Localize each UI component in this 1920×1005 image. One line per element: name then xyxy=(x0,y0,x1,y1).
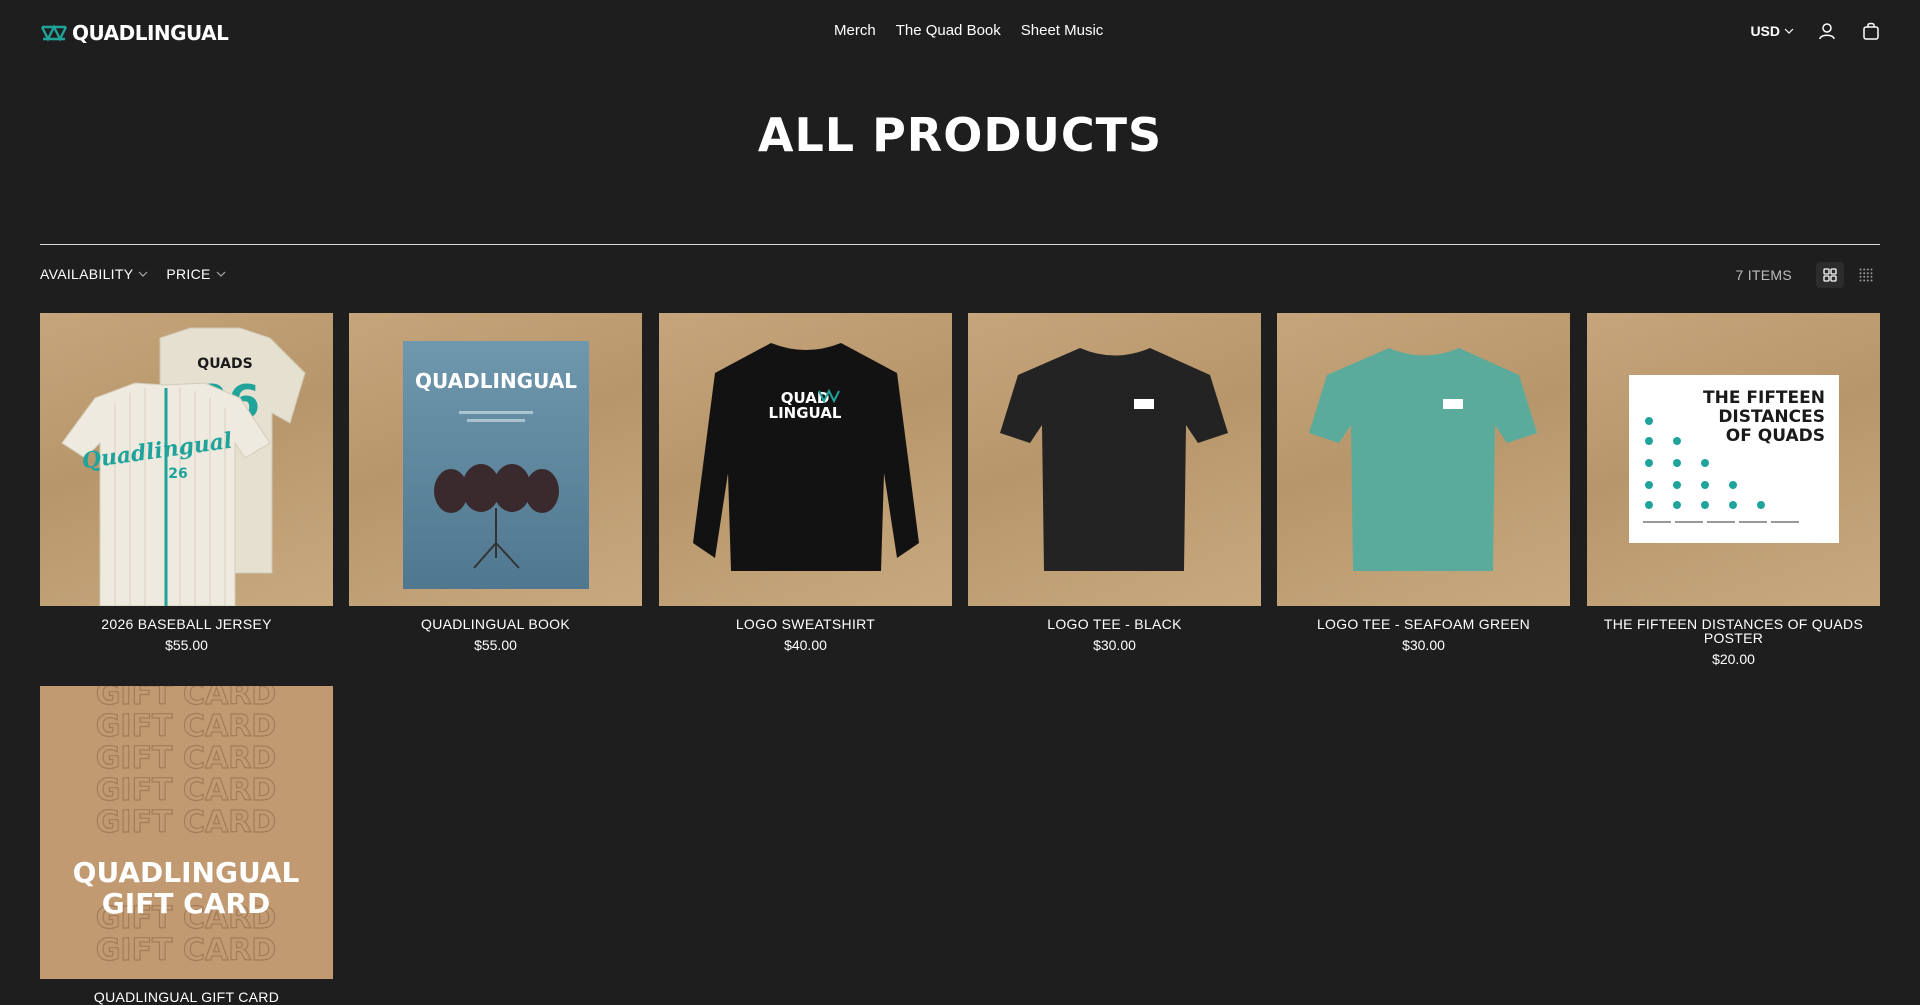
product-image-black-tee xyxy=(968,313,1261,606)
svg-text:QUADLINGUAL: QUADLINGUAL xyxy=(73,856,300,889)
svg-text:OF QUADS: OF QUADS xyxy=(1726,426,1825,446)
svg-text:GIFT CARD: GIFT CARD xyxy=(96,933,276,968)
product-image-jersey: QUADS 26 Quadlingual 26 xyxy=(40,313,333,606)
svg-text:GIFT CARD: GIFT CARD xyxy=(96,805,276,840)
product-image-poster: THE FIFTEEN DISTANCES OF QUADS xyxy=(1587,313,1880,606)
chevron-down-icon xyxy=(1784,28,1794,34)
price-filter-label: PRICE xyxy=(166,266,211,282)
view-controls: 7 ITEMS xyxy=(1735,262,1880,288)
product-price: $40.00 xyxy=(784,637,827,653)
main-nav: Merch The Quad Book Sheet Music xyxy=(834,22,1103,39)
svg-text:DISTANCES: DISTANCES xyxy=(1718,407,1825,427)
bag-icon[interactable] xyxy=(1860,20,1882,42)
item-count: 7 ITEMS xyxy=(1735,267,1792,283)
product-card[interactable]: LOGO TEE - BLACK $30.00 xyxy=(968,313,1261,653)
svg-text:GIFT CARD: GIFT CARD xyxy=(96,709,276,744)
grid-4x4-icon xyxy=(1859,268,1873,282)
small-grid-view-button[interactable] xyxy=(1852,262,1880,288)
product-title: LOGO SWEATSHIRT xyxy=(735,616,876,632)
product-image-gift-card: GIFT CARD GIFT CARD GIFT CARD GIFT CARD … xyxy=(40,686,333,979)
product-title: LOGO TEE - BLACK xyxy=(1047,616,1182,632)
svg-text:QUADLINGUAL: QUADLINGUAL xyxy=(415,369,577,393)
product-title: QUADLINGUAL BOOK xyxy=(421,616,570,632)
nav-link-sheet-music[interactable]: Sheet Music xyxy=(1021,22,1104,39)
product-image-sweatshirt: QUAD LINGUAL xyxy=(659,313,952,606)
product-price: $20.00 xyxy=(1712,651,1755,667)
product-card[interactable]: THE FIFTEEN DISTANCES OF QUADS THE FIFTE… xyxy=(1587,313,1880,667)
divider xyxy=(40,244,1880,245)
product-title: QUADLINGUAL GIFT CARD xyxy=(93,989,280,1005)
nav-link-merch[interactable]: Merch xyxy=(834,22,876,39)
site-header: QUADLINGUAL Merch The Quad Book Sheet Mu… xyxy=(0,0,1920,66)
chevron-down-icon xyxy=(216,271,226,277)
product-card[interactable]: QUADS 26 Quadlingual 26 2026 BASEBALL JE… xyxy=(40,313,333,653)
currency-selector[interactable]: USD xyxy=(1750,23,1794,39)
product-title: THE FIFTEEN DISTANCES OF QUADS POSTER xyxy=(1603,616,1864,646)
product-price: $30.00 xyxy=(1093,637,1136,653)
product-price: $55.00 xyxy=(474,637,517,653)
currency-label: USD xyxy=(1750,23,1780,39)
svg-text:LINGUAL: LINGUAL xyxy=(769,404,842,422)
grid-2x2-icon xyxy=(1823,268,1837,282)
quad-drums-logo-icon xyxy=(40,24,68,42)
product-card[interactable]: GIFT CARD GIFT CARD GIFT CARD GIFT CARD … xyxy=(40,686,333,1004)
svg-text:THE FIFTEEN: THE FIFTEEN xyxy=(1703,388,1825,408)
header-actions: USD xyxy=(1750,20,1882,42)
user-icon[interactable] xyxy=(1816,20,1838,42)
availability-filter-label: AVAILABILITY xyxy=(40,266,134,282)
product-title: LOGO TEE - SEAFOAM GREEN xyxy=(1316,616,1531,632)
product-card[interactable]: LOGO TEE - SEAFOAM GREEN $30.00 xyxy=(1277,313,1570,653)
filter-bar: AVAILABILITY PRICE xyxy=(40,266,226,282)
availability-filter[interactable]: AVAILABILITY xyxy=(40,266,148,282)
svg-text:GIFT CARD: GIFT CARD xyxy=(96,741,276,776)
page-title: ALL PRODUCTS xyxy=(757,108,1163,162)
product-card[interactable]: QUADLINGUAL QUADLINGUAL BOOK $55.00 xyxy=(349,313,642,653)
svg-text:26: 26 xyxy=(168,466,187,482)
product-price: $55.00 xyxy=(165,637,208,653)
brand-name: QUADLINGUAL xyxy=(72,21,229,45)
nav-link-quad-book[interactable]: The Quad Book xyxy=(896,22,1001,39)
svg-text:QUADS: QUADS xyxy=(197,356,252,372)
large-grid-view-button[interactable] xyxy=(1816,262,1844,288)
price-filter[interactable]: PRICE xyxy=(166,266,226,282)
product-card[interactable]: QUAD LINGUAL LOGO SWEATSHIRT $40.00 xyxy=(659,313,952,653)
product-title: 2026 BASEBALL JERSEY xyxy=(101,616,272,632)
product-image-book: QUADLINGUAL xyxy=(349,313,642,606)
product-price: $30.00 xyxy=(1402,637,1445,653)
brand-logo[interactable]: QUADLINGUAL xyxy=(40,21,229,45)
svg-text:GIFT CARD: GIFT CARD xyxy=(96,773,276,808)
chevron-down-icon xyxy=(138,271,148,277)
svg-text:GIFT CARD: GIFT CARD xyxy=(102,887,270,920)
product-image-seafoam-tee xyxy=(1277,313,1570,606)
